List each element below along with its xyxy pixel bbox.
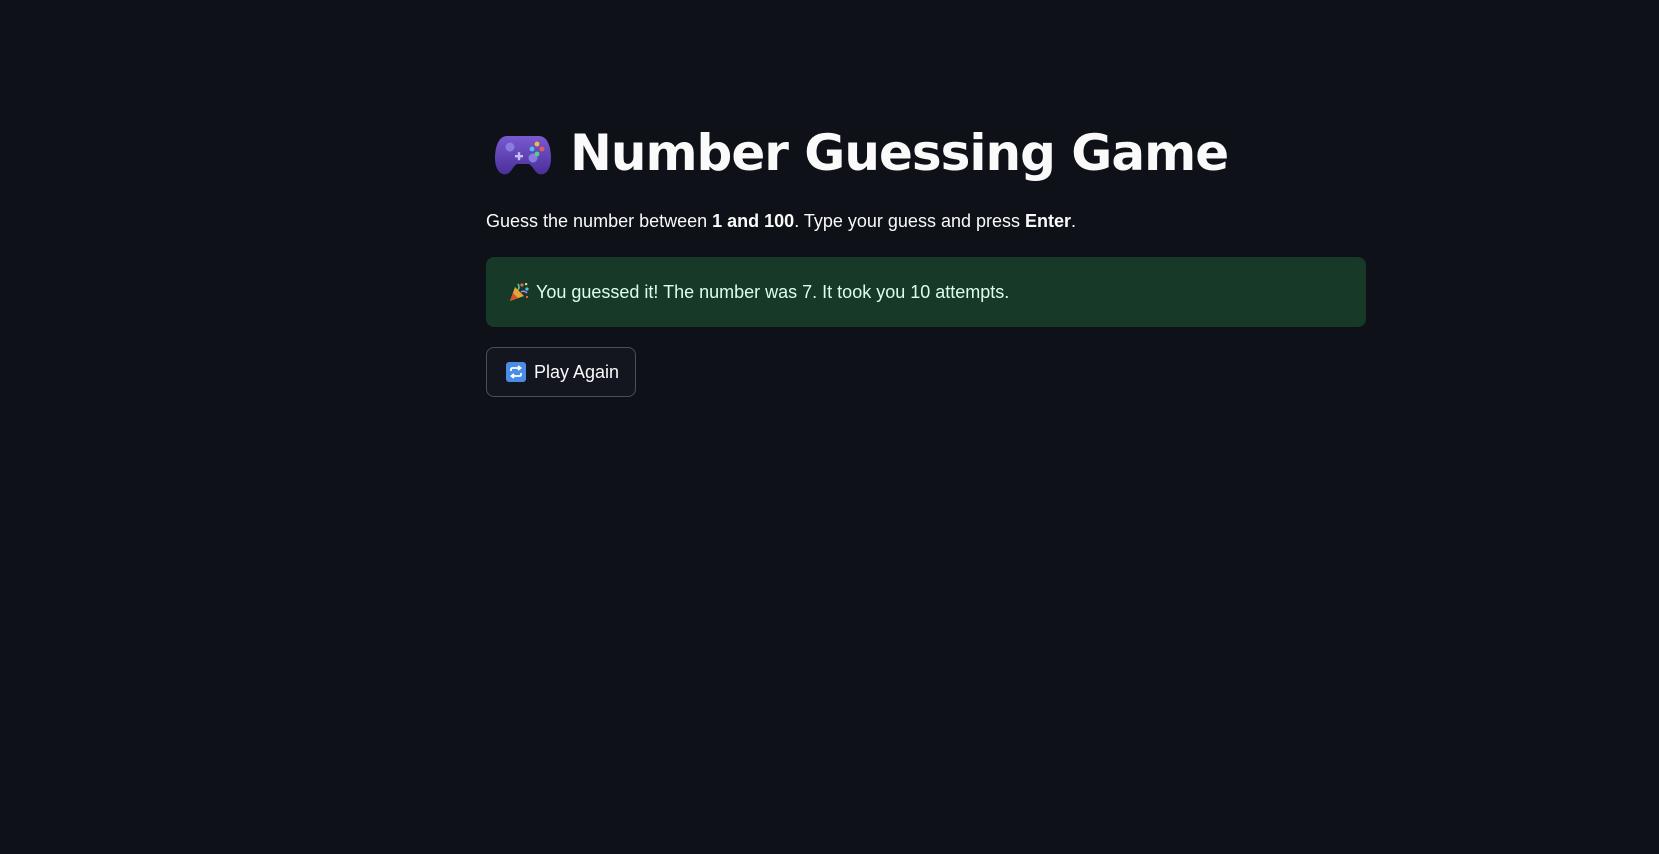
party-popper-icon (508, 281, 530, 303)
instructions-part3: . (1071, 211, 1077, 231)
repeat-icon (506, 362, 526, 382)
success-message: You guessed it! The number was 7. It too… (536, 281, 1010, 302)
game-controller-icon (493, 128, 553, 178)
play-again-button[interactable]: Play Again (486, 347, 637, 397)
page-title: Number Guessing Game (570, 124, 1229, 182)
instructions-text: Guess the number between 1 and 100. Type… (486, 208, 1076, 234)
instructions-key: Enter (1025, 211, 1072, 231)
success-alert: You guessed it! The number was 7. It too… (486, 257, 1366, 327)
play-again-label: Play Again (534, 361, 620, 382)
instructions-range: 1 and 100 (712, 211, 795, 231)
page-header: Number Guessing Game (486, 118, 1229, 188)
instructions-part1: Guess the number between (486, 211, 713, 231)
instructions-part2: . Type your guess and press (794, 211, 1025, 231)
